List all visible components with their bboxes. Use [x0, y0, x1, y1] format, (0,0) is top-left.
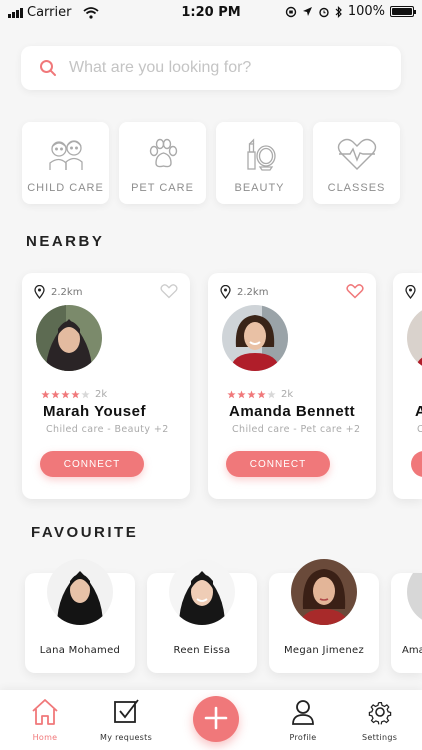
person-name: A [415, 403, 422, 420]
star-icon [237, 390, 246, 399]
person-name: Megan Jimenez [283, 645, 365, 656]
nearby-card[interactable]: 2.2km 2k Marah Yousef Chiled care - Beau… [22, 273, 190, 499]
location-pin-icon [34, 285, 45, 299]
person-name: Ama [402, 645, 422, 656]
heart-pulse-icon [337, 138, 376, 170]
avatar [169, 559, 235, 625]
avatar [407, 305, 422, 371]
location-pin-icon [405, 285, 416, 299]
tab-settings[interactable]: Settings [362, 698, 397, 742]
avatar [36, 305, 102, 371]
connect-button-partial[interactable] [411, 451, 422, 477]
person-name: Reen Eissa [173, 645, 231, 656]
plus-icon [204, 706, 228, 729]
bluetooth-icon [335, 5, 342, 18]
distance: 2.2km [34, 285, 82, 299]
avatar [291, 559, 357, 625]
status-right-group: 100% [285, 4, 416, 19]
star-icon [257, 390, 266, 399]
category-classes[interactable]: CLASSES [313, 122, 400, 204]
person-name: Marah Yousef [43, 403, 146, 420]
star-icon [247, 390, 256, 399]
category-pet-care[interactable]: PET CARE [119, 122, 206, 204]
profile-icon [292, 700, 314, 725]
checkbox-icon [114, 699, 139, 723]
gear-icon [368, 702, 391, 725]
beauty-icon [246, 138, 276, 171]
service-tags: Chiled care - Beauty +2 [46, 424, 169, 435]
service-tags: C [417, 424, 422, 435]
location-pin-icon [220, 285, 231, 299]
search-input[interactable] [69, 59, 369, 77]
rating: 2k [227, 389, 293, 400]
search-icon [40, 60, 56, 76]
person-name: Amanda Bennett [229, 403, 356, 420]
battery-icon [390, 6, 416, 17]
avatar [222, 305, 288, 371]
category-child-care[interactable]: CHILD CARE [22, 122, 109, 204]
favourite-card-partial[interactable]: Ama [391, 573, 422, 673]
star-icon [227, 390, 236, 399]
tab-profile[interactable]: Profile [288, 698, 318, 742]
favourite-card[interactable]: Megan Jimenez [269, 559, 379, 673]
tab-label: Home [32, 733, 58, 742]
nearby-card[interactable]: 2.2km 2k Amanda Bennett Chiled care - Pe… [208, 273, 376, 499]
category-label: CHILD CARE [27, 182, 104, 194]
rating-count: 2k [95, 389, 108, 400]
heart-outline-icon[interactable] [160, 283, 178, 299]
favourite-card[interactable]: Reen Eissa [147, 559, 257, 673]
status-bar: Carrier 1:20 PM 100% [0, 0, 422, 26]
person-name: Lana Mohamed [39, 645, 121, 656]
favourite-card[interactable]: Lana Mohamed [25, 559, 135, 673]
star-icon [61, 390, 70, 399]
category-label: BEAUTY [234, 182, 285, 194]
tab-my-requests[interactable]: My requests [100, 698, 152, 742]
tab-label: My requests [100, 733, 153, 742]
tab-home[interactable]: Home [30, 698, 60, 742]
tab-label: Settings [362, 733, 398, 742]
distance-label: 2.2km [51, 286, 83, 298]
distance-label: 2.2km [237, 286, 269, 298]
service-tags: Chiled care - Pet care +2 [232, 424, 361, 435]
category-beauty[interactable]: BEAUTY [216, 122, 303, 204]
star-icon [71, 390, 80, 399]
avatar [47, 559, 113, 625]
rating: 2k [41, 389, 107, 400]
tab-label: Profile [289, 733, 317, 742]
location-arrow-icon [302, 7, 312, 16]
section-title-nearby: NEARBY [26, 233, 105, 250]
nearby-card-partial[interactable]: A C [393, 273, 422, 499]
section-title-favourite: FAVOURITE [31, 524, 139, 541]
heart-outline-icon[interactable] [346, 283, 364, 299]
star-empty-icon [81, 390, 90, 399]
rating-count: 2k [281, 389, 294, 400]
search-bar[interactable] [21, 46, 401, 90]
add-button[interactable] [193, 696, 239, 742]
battery-label: 100% [347, 4, 385, 19]
category-label: CLASSES [327, 182, 386, 194]
child-care-icon [48, 140, 83, 170]
home-icon [32, 699, 58, 725]
connect-button[interactable]: CONNECT [226, 451, 330, 477]
alarm-icon [319, 7, 329, 17]
connect-button[interactable]: CONNECT [40, 451, 144, 477]
distance: 2.2km [220, 285, 268, 299]
star-icon [51, 390, 60, 399]
category-label: PET CARE [131, 182, 194, 194]
orientation-lock-icon [285, 6, 297, 17]
star-empty-icon [267, 390, 276, 399]
star-icon [41, 390, 50, 399]
avatar [407, 573, 422, 625]
paw-icon [149, 138, 177, 168]
